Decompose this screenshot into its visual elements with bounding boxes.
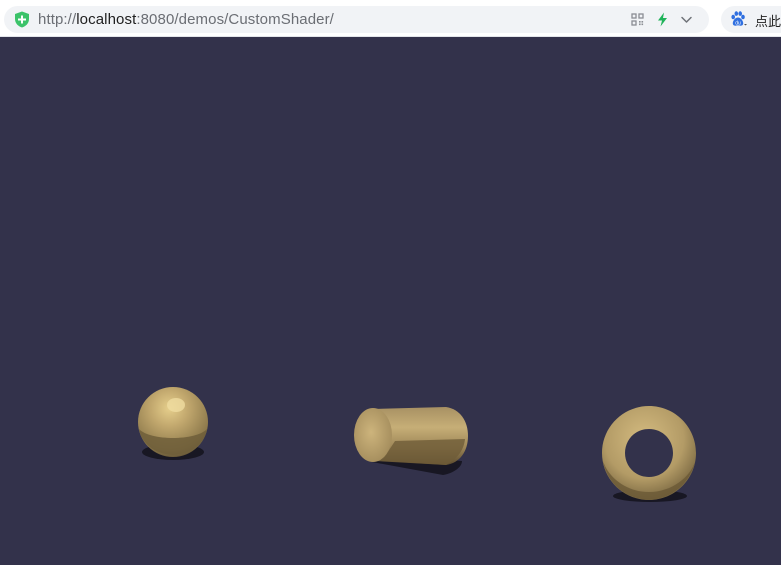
qr-code-icon[interactable] (630, 12, 645, 27)
browser-window: http://localhost:8080/demos/CustomShader… (0, 0, 781, 565)
webgl-canvas[interactable] (0, 37, 781, 565)
search-placeholder: 点此 (755, 14, 781, 29)
url-host: localhost (76, 11, 137, 28)
address-bar[interactable]: http://localhost:8080/demos/CustomShader… (4, 6, 709, 33)
url-path: :8080/demos/CustomShader/ (136, 11, 334, 28)
url-scheme: http:// (38, 11, 77, 28)
sphere-object (138, 387, 208, 460)
chevron-down-icon[interactable] (679, 12, 694, 27)
shield-plus-icon[interactable] (14, 11, 30, 28)
cylinder-object (354, 407, 468, 475)
url-text[interactable]: http://localhost:8080/demos/CustomShader… (38, 10, 334, 29)
search-engine-box[interactable]: du 点此 (721, 6, 781, 33)
baidu-paw-icon[interactable]: du (729, 10, 747, 28)
lightning-icon[interactable] (655, 12, 670, 27)
torus-object (602, 406, 696, 502)
svg-text:du: du (735, 21, 741, 27)
browser-toolbar: http://localhost:8080/demos/CustomShader… (0, 0, 781, 37)
scene-render (138, 387, 696, 502)
